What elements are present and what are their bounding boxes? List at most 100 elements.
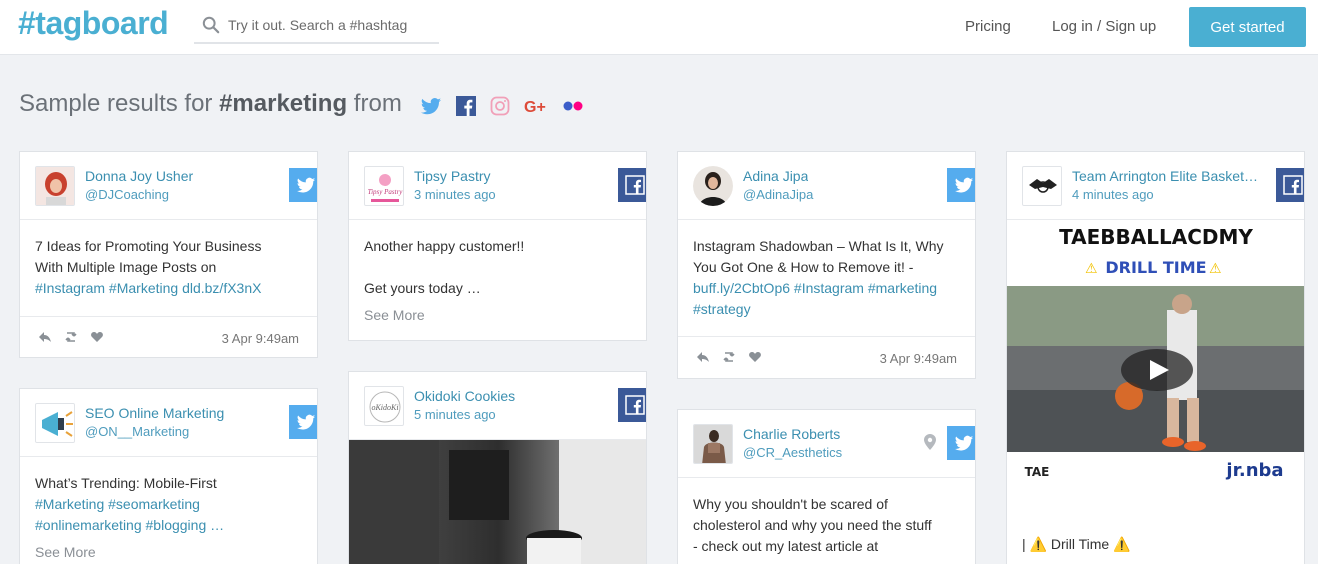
avatar[interactable] [693,166,733,206]
post-card-charlie[interactable]: Charlie Roberts @CR_Aesthetics Why you s… [677,409,976,564]
jr-nba-logo: jr.nba [1225,460,1283,481]
tae-logo: TAE [1025,465,1050,479]
author-handle[interactable]: @AdinaJipa [743,187,813,202]
twitter-badge[interactable] [947,168,975,202]
post-hashtags[interactable]: #strategy [693,299,944,320]
post-video[interactable]: TAEBBALLACDMY ⚠ DRILL TIME ⚠ TAE jr.nba [1007,220,1304,482]
post-line: Another happy customer!! [364,238,525,254]
twitter-badge[interactable] [289,168,317,202]
svg-text:G+: G+ [524,99,546,116]
tagboard-logo[interactable]: #tagboard [18,5,169,42]
author-name[interactable]: Tipsy Pastry [414,168,491,184]
post-card-donna[interactable]: Donna Joy Usher @DJCoaching 7 Ideas for … [19,151,318,358]
post-line: You Got One & How to Remove it! - [693,259,914,275]
post-link[interactable]: buff.ly/2CbtOp6 #Instagram #marketing [693,278,944,299]
avatar[interactable] [35,166,75,206]
post-timestamp[interactable]: 3 Apr 9:49am [222,331,299,346]
see-more-link[interactable]: See More [364,307,425,323]
reply-icon[interactable] [38,330,52,344]
post-line: With Multiple Image Posts on [35,259,217,275]
post-line: cholesterol and why you need the stuff [693,517,932,533]
post-hashtags[interactable]: #Instagram #Marketing dld.bz/fX3nX [35,278,261,299]
post-time[interactable]: 3 minutes ago [414,187,496,202]
post-line: Why you shouldn't be scared of [693,496,888,512]
like-icon[interactable] [90,330,104,344]
flickr-icon[interactable] [562,96,584,116]
author-name[interactable]: SEO Online Marketing [85,405,224,421]
post-time[interactable]: 4 minutes ago [1072,187,1154,202]
post-text: Why you shouldn't be scared of cholester… [693,494,932,557]
avatar-label: Tipsy Pastry [368,188,404,196]
card-header: SEO Online Marketing @ON__Marketing [20,389,317,457]
author-name[interactable]: Adina Jipa [743,168,808,184]
twitter-badge[interactable] [289,405,317,439]
card-footer: 3 Apr 9:49am [678,336,975,378]
login-signup-link[interactable]: Log in / Sign up [1052,18,1156,35]
location-pin-icon[interactable] [924,434,936,450]
pricing-link[interactable]: Pricing [965,18,1011,35]
avatar[interactable] [35,403,75,443]
avatar[interactable]: Tipsy Pastry [364,166,404,206]
author-handle[interactable]: @DJCoaching [85,187,169,202]
card-header: Charlie Roberts @CR_Aesthetics [678,410,975,478]
author-handle[interactable]: @CR_Aesthetics [743,445,842,460]
twitter-icon[interactable] [420,95,442,117]
post-text: Instagram Shadowban – What Is It, Why Yo… [693,236,944,320]
post-line: - check out my latest article at [693,538,879,554]
author-name[interactable]: Charlie Roberts [743,426,840,442]
author-handle[interactable]: @ON__Marketing [85,424,189,439]
post-card-seo[interactable]: SEO Online Marketing @ON__Marketing What… [19,388,318,564]
twitter-icon [296,414,316,430]
search-input[interactable] [228,12,433,38]
avatar[interactable] [693,424,733,464]
author-name[interactable]: Team Arrington Elite Basket… [1072,168,1262,184]
warning-icon: ⚠ [1085,261,1098,277]
results-heading: Sample results for #marketing from [19,90,402,118]
results-prefix: Sample results for [19,90,220,117]
get-started-button[interactable]: Get started [1189,7,1306,47]
search-icon [202,16,220,34]
see-more-link[interactable]: See More [35,544,96,560]
twitter-badge[interactable] [947,426,975,460]
author-name[interactable]: Donna Joy Usher [85,168,193,184]
post-text: Another happy customer!! Get yours today… [364,236,524,299]
facebook-badge[interactable] [618,168,646,202]
twitter-icon [954,435,974,451]
post-time[interactable]: 5 minutes ago [414,407,496,422]
post-hashtags[interactable]: #Marketing #seomarketing [35,494,224,515]
hashtag-search[interactable] [194,10,439,44]
author-name[interactable]: Okidoki Cookies [414,388,515,404]
like-icon[interactable] [748,350,762,364]
facebook-icon [625,395,645,415]
retweet-icon[interactable] [722,350,736,364]
top-header: #tagboard Pricing Log in / Sign up Get s… [0,0,1318,55]
instagram-icon[interactable] [490,96,510,116]
card-header: Adina Jipa @AdinaJipa [678,152,975,220]
reply-icon[interactable] [696,350,710,364]
post-card-okidoki[interactable]: oKidoKi Okidoki Cookies 5 minutes ago [348,371,647,564]
post-card-tipsy[interactable]: Tipsy Pastry Tipsy Pastry 3 minutes ago … [348,151,647,341]
post-card-adina[interactable]: Adina Jipa @AdinaJipa Instagram Shadowba… [677,151,976,379]
card-footer: 3 Apr 9:49am [20,316,317,357]
post-hashtags[interactable]: #onlinemarketing #blogging … [35,515,224,536]
avatar-label: oKidoKi [371,403,398,412]
card-header: Tipsy Pastry Tipsy Pastry 3 minutes ago [349,152,646,220]
post-line: Get yours today … [364,280,481,296]
post-text: 7 Ideas for Promoting Your Business With… [35,236,261,299]
post-timestamp[interactable]: 3 Apr 9:49am [880,351,957,366]
avatar[interactable]: oKidoKi [364,386,404,426]
post-card-team-arrington[interactable]: Team Arrington Elite Basket… 4 minutes a… [1006,151,1305,564]
post-photo[interactable] [349,440,646,564]
avatar[interactable] [1022,166,1062,206]
facebook-icon [1283,175,1303,195]
post-text: What’s Trending: Mobile-First #Marketing… [35,473,224,536]
retweet-icon[interactable] [64,330,78,344]
facebook-badge[interactable] [618,388,646,422]
card-header: Team Arrington Elite Basket… 4 minutes a… [1007,152,1304,220]
card-header: oKidoKi Okidoki Cookies 5 minutes ago [349,372,646,440]
facebook-badge[interactable] [1276,168,1304,202]
google-plus-icon[interactable]: G+ [524,96,548,116]
post-line: Instagram Shadowban – What Is It, Why [693,238,944,254]
facebook-icon[interactable] [456,96,476,116]
video-banner-subtitle: DRILL TIME [1105,258,1206,277]
